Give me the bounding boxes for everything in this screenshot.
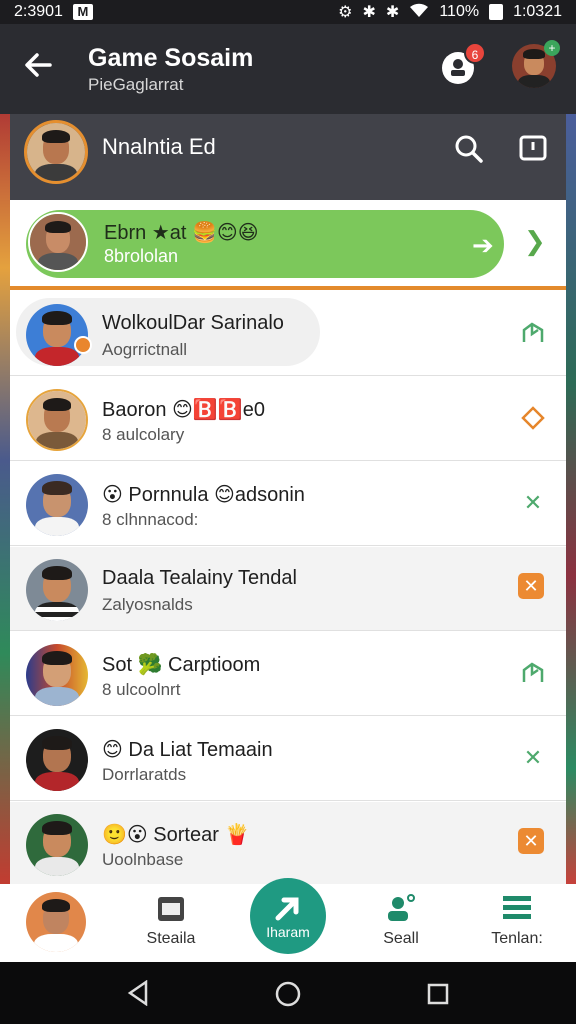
list-item[interactable]: Daala Tealainy Tendal Zalyosnalds ✕ [10,547,566,631]
friend-status: 8 ulcoolnrt [102,680,181,699]
plus-icon: + [544,40,560,56]
friend-name: Daala Tealainy Tendal [102,567,297,589]
avatar [26,729,88,791]
app-bar: Game Sosaim PieGaglarrat 6 + [0,24,576,114]
avatar [26,559,88,621]
notification-button[interactable]: 6 [442,42,486,84]
recents-square-icon[interactable] [426,982,450,1006]
close-icon[interactable]: ✕ [518,488,548,518]
friend-status: Uoolnbase [102,850,184,869]
square-icon [519,135,547,161]
background-strip-right [566,114,576,884]
friend-status: Aogrrictnall [102,340,188,359]
friend-status: 8 clhnnacod: [102,510,199,529]
close-icon[interactable]: ✕ [518,573,544,599]
status-time: 2:3901 [14,3,63,20]
signal-icon: ✱ [385,4,400,21]
list-item[interactable]: WolkoulDar Sarinalo Aogrrictnall [10,292,566,376]
menu-lines-icon [472,892,562,924]
page-subtitle: PieGaglarrat [88,75,184,94]
game-arrow-icon[interactable] [518,318,548,348]
list-item[interactable]: 😮 Pornnula 😊adsonin 8 clhnnacod: ✕ [10,462,566,546]
nav-item-steaila[interactable]: Steaila [126,892,216,948]
wifi-icon [409,2,429,23]
compose-button[interactable] [518,134,548,164]
friend-name: 🙂😮 Sortear 🍟 [102,824,250,846]
people-icon [356,892,446,924]
arrow-right-icon: ➔ [472,230,494,260]
share-arrow-icon [275,897,299,921]
friend-status: 8brololan [104,246,179,266]
title-block: Game Sosaim PieGaglarrat [88,44,253,95]
game-arrow-icon[interactable] [518,658,548,688]
status-bar: 2:3901 M ⚙ ✱ ✱ 110% 1:0321 [0,0,576,24]
friend-name: Sot 🥦 Carptioom [102,654,261,676]
home-circle-icon[interactable] [274,980,302,1008]
bottom-navigation: Steaila Iharam Seall Tenlan: [0,878,576,962]
divider [10,286,566,290]
diamond-icon[interactable] [518,403,548,433]
page-title: Game Sosaim [88,44,254,72]
nav-item-tenlan[interactable]: Tenlan: [472,892,562,948]
friend-name: WolkoulDar Sarinalo [102,312,284,334]
list-item[interactable]: Baoron 😊🅱️🅱️e0 8 aulcolary [10,377,566,461]
online-badge [74,336,92,354]
status-clock: 1:0321 [513,3,562,20]
friend-name: 😮 Pornnula 😊adsonin [102,484,305,506]
fab-label: Iharam [266,924,310,940]
close-icon[interactable]: ✕ [518,743,548,773]
battery-text: 110% [439,3,480,20]
nav-item-label: Steaila [146,930,196,947]
profile-name: Nnalntia Ed [102,134,216,159]
avatar [26,474,88,536]
avatar [28,212,88,272]
avatar [26,814,88,876]
back-button[interactable] [22,48,56,82]
settings-icon: ⚙ [338,4,353,21]
avatar [26,389,88,451]
profile-card: Nnalntia Ed [10,114,566,200]
arrow-left-icon [25,53,52,77]
notification-badge: 6 [464,42,486,64]
avatar [26,644,88,706]
nav-item-label: Tenlan: [491,930,543,947]
friend-name: Baoron 😊🅱️🅱️e0 [102,399,265,421]
nav-avatar[interactable] [26,892,86,952]
friend-status: Dorrlaratds [102,765,187,784]
profile-avatar[interactable] [24,120,88,184]
nav-item-label: Seall [383,930,419,947]
friend-name: 😊 Da Liat Temaain [102,739,273,761]
fab-button[interactable]: Iharam [250,878,326,954]
background-strip-left [0,114,10,884]
friend-status: Zalyosnalds [102,595,193,614]
gmail-icon: M [72,4,93,20]
calendar-icon [126,892,216,924]
bluetooth-icon: ✱ [362,4,376,21]
system-navigation-bar [0,962,576,1024]
friend-name: Ebrn ★at 🍔😊😆 [104,222,259,244]
avatar [26,304,88,366]
search-button[interactable] [454,134,484,164]
close-icon[interactable]: ✕ [518,828,544,854]
search-icon [455,135,483,163]
list-item[interactable]: Sot 🥦 Carptioom 8 ulcoolnrt [10,632,566,716]
chevron-right-icon[interactable]: ❯ [524,226,546,257]
back-triangle-icon[interactable] [126,980,150,1006]
friend-list: Ebrn ★at 🍔😊😆 8brololan ➔ ❯ WolkoulDar Sa… [10,200,566,884]
battery-icon [489,4,504,20]
header-avatar[interactable]: + [512,40,560,88]
friend-status: 8 aulcolary [102,425,185,444]
list-item[interactable]: 😊 Da Liat Temaain Dorrlaratds ✕ [10,717,566,801]
list-item[interactable]: 🙂😮 Sortear 🍟 Uoolnbase ✕ [10,802,566,884]
featured-friend[interactable]: Ebrn ★at 🍔😊😆 8brololan ➔ [26,210,504,278]
nav-item-seall[interactable]: Seall [356,892,446,948]
